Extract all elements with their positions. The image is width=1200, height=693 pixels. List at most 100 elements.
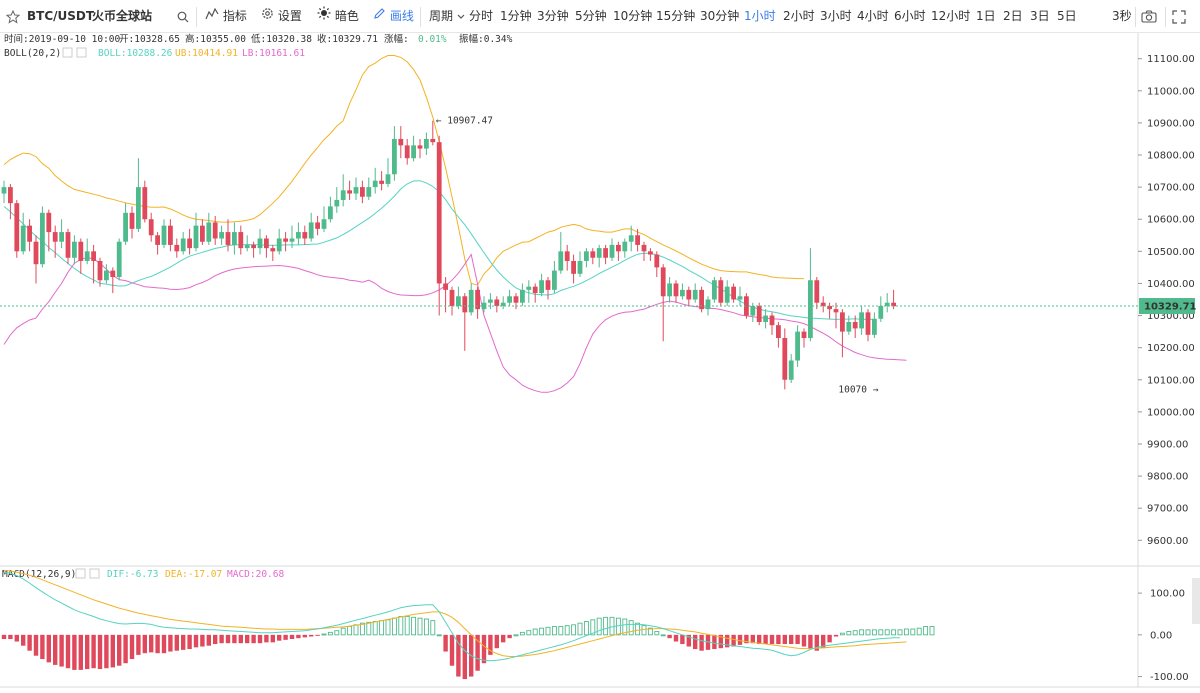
period-tab[interactable]: 3日 bbox=[1030, 0, 1050, 33]
candle[interactable] bbox=[462, 293, 468, 351]
candle[interactable] bbox=[648, 248, 653, 261]
candle[interactable] bbox=[161, 219, 167, 249]
candle[interactable] bbox=[513, 293, 519, 310]
candle[interactable] bbox=[353, 177, 359, 200]
candle[interactable] bbox=[14, 199, 20, 258]
candle[interactable] bbox=[673, 280, 679, 303]
candle[interactable] bbox=[238, 225, 244, 255]
candle[interactable] bbox=[769, 312, 775, 335]
candle[interactable] bbox=[737, 286, 743, 306]
kline-chart[interactable]: 11100.00 11000.00 10900.00 10800.00 10700.00… bbox=[0, 33, 1200, 689]
boll-settings-icon[interactable] bbox=[62, 47, 73, 58]
candle[interactable] bbox=[174, 238, 180, 258]
candle[interactable] bbox=[347, 180, 352, 200]
candle[interactable] bbox=[859, 305, 864, 335]
candle[interactable] bbox=[328, 196, 333, 223]
settings-button[interactable]: 设置 bbox=[261, 0, 302, 33]
period-tab[interactable]: 6小时 bbox=[894, 0, 926, 33]
candle[interactable] bbox=[59, 219, 64, 249]
candle[interactable] bbox=[411, 135, 416, 162]
candle[interactable] bbox=[724, 280, 730, 306]
candle[interactable] bbox=[763, 309, 768, 329]
candle[interactable] bbox=[571, 254, 576, 284]
candle[interactable] bbox=[200, 219, 205, 245]
period-tab[interactable]: 5分钟 bbox=[575, 0, 607, 33]
camera-icon[interactable] bbox=[1141, 0, 1157, 33]
candle[interactable] bbox=[577, 251, 583, 278]
candle[interactable] bbox=[526, 280, 532, 303]
candle[interactable] bbox=[340, 174, 346, 207]
period-tab[interactable]: 30分钟 bbox=[700, 0, 739, 33]
candle[interactable] bbox=[232, 222, 237, 255]
candle[interactable] bbox=[148, 212, 154, 242]
candle[interactable] bbox=[884, 293, 890, 313]
period-tab[interactable]: 10分钟 bbox=[613, 0, 652, 33]
chart-area[interactable]: 11100.00 11000.00 10900.00 10800.00 10700.00… bbox=[0, 33, 1200, 689]
candle[interactable] bbox=[872, 312, 877, 339]
candle[interactable] bbox=[276, 228, 282, 255]
candle[interactable] bbox=[212, 216, 218, 245]
candle[interactable] bbox=[603, 244, 608, 265]
candle[interactable] bbox=[168, 219, 173, 252]
candle[interactable] bbox=[20, 212, 26, 255]
candle[interactable] bbox=[257, 228, 263, 255]
candle[interactable] bbox=[302, 225, 308, 245]
candle[interactable] bbox=[78, 238, 84, 274]
candle[interactable] bbox=[65, 228, 71, 265]
candle[interactable] bbox=[72, 235, 77, 265]
candle[interactable] bbox=[110, 267, 116, 294]
candle[interactable] bbox=[308, 212, 314, 242]
boll-close-icon[interactable] bbox=[76, 47, 87, 58]
period-tab[interactable]: 分时 bbox=[469, 0, 493, 33]
period-tab[interactable]: 5日 bbox=[1057, 0, 1077, 33]
candle[interactable] bbox=[417, 138, 423, 159]
period-tab[interactable]: 2小时 bbox=[783, 0, 815, 33]
candle[interactable] bbox=[782, 328, 788, 390]
candle[interactable] bbox=[398, 126, 404, 159]
candle[interactable] bbox=[136, 158, 141, 233]
candle[interactable] bbox=[699, 286, 704, 313]
candle[interactable] bbox=[878, 296, 884, 322]
candle[interactable] bbox=[270, 244, 276, 261]
candle[interactable] bbox=[846, 315, 852, 335]
candle[interactable] bbox=[321, 206, 327, 233]
candle[interactable] bbox=[33, 235, 39, 284]
candle[interactable] bbox=[654, 251, 660, 278]
draw-button[interactable]: 画线 bbox=[373, 0, 414, 33]
period-tab[interactable]: 15分钟 bbox=[656, 0, 695, 33]
macd-settings-icon[interactable] bbox=[75, 568, 86, 579]
candle[interactable] bbox=[424, 132, 429, 156]
period-tab[interactable]: 1分钟 bbox=[500, 0, 532, 33]
candle[interactable] bbox=[244, 235, 250, 252]
candle[interactable] bbox=[379, 171, 384, 191]
candle[interactable] bbox=[155, 232, 160, 255]
period-tab[interactable]: 4小时 bbox=[857, 0, 889, 33]
candle[interactable] bbox=[596, 244, 602, 268]
candle[interactable] bbox=[123, 203, 128, 245]
candle[interactable] bbox=[91, 244, 96, 284]
candle[interactable] bbox=[392, 126, 397, 181]
candle[interactable] bbox=[564, 244, 570, 271]
candle[interactable] bbox=[206, 212, 212, 245]
candle[interactable] bbox=[264, 235, 269, 258]
refresh-timer[interactable]: 3秒 bbox=[1112, 0, 1132, 33]
candle[interactable] bbox=[84, 238, 90, 265]
period-tab[interactable]: 2日 bbox=[1003, 0, 1023, 33]
candle[interactable] bbox=[539, 273, 544, 297]
candle[interactable] bbox=[296, 222, 301, 245]
candle[interactable] bbox=[520, 283, 525, 306]
candle[interactable] bbox=[52, 225, 58, 258]
period-dropdown[interactable]: 周期 bbox=[429, 0, 465, 33]
candle[interactable] bbox=[776, 321, 781, 348]
candle[interactable] bbox=[27, 219, 32, 252]
period-tab[interactable]: 3分钟 bbox=[537, 0, 569, 33]
candle[interactable] bbox=[372, 167, 378, 194]
candle[interactable] bbox=[686, 286, 692, 306]
search-icon[interactable] bbox=[177, 0, 189, 33]
candle[interactable] bbox=[315, 216, 320, 236]
scroll-handle[interactable] bbox=[1192, 578, 1200, 624]
candle[interactable] bbox=[865, 309, 871, 342]
candle[interactable] bbox=[552, 260, 557, 294]
candle[interactable] bbox=[468, 283, 474, 316]
candle[interactable] bbox=[667, 277, 672, 303]
